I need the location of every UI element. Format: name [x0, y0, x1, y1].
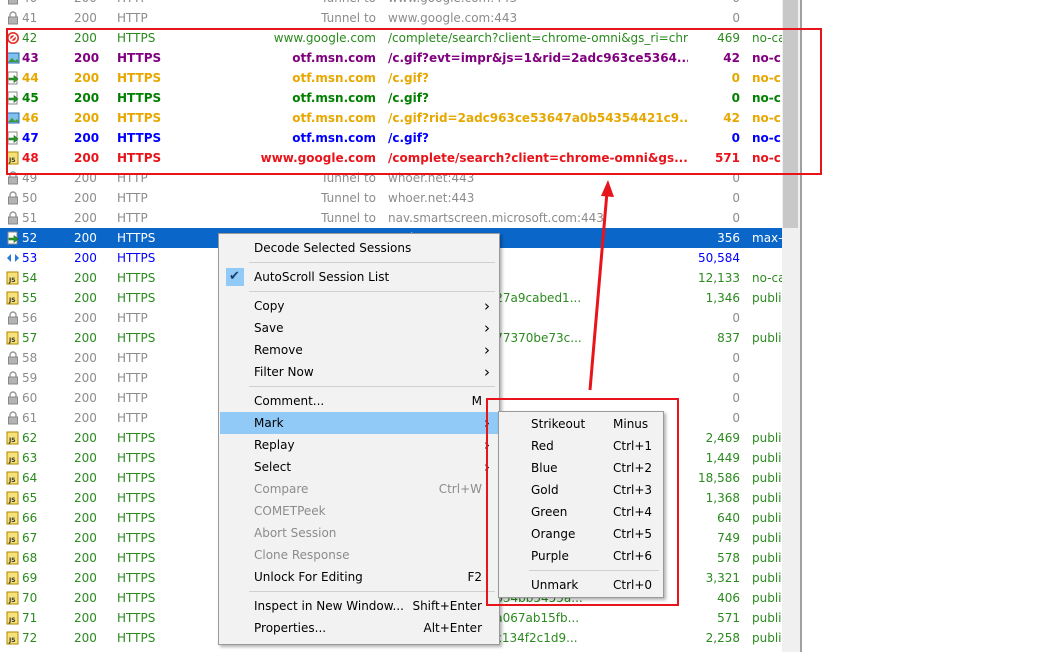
arrow-head: [601, 180, 614, 197]
arrow-line: [588, 191, 609, 391]
annotation-arrow: [588, 180, 614, 391]
